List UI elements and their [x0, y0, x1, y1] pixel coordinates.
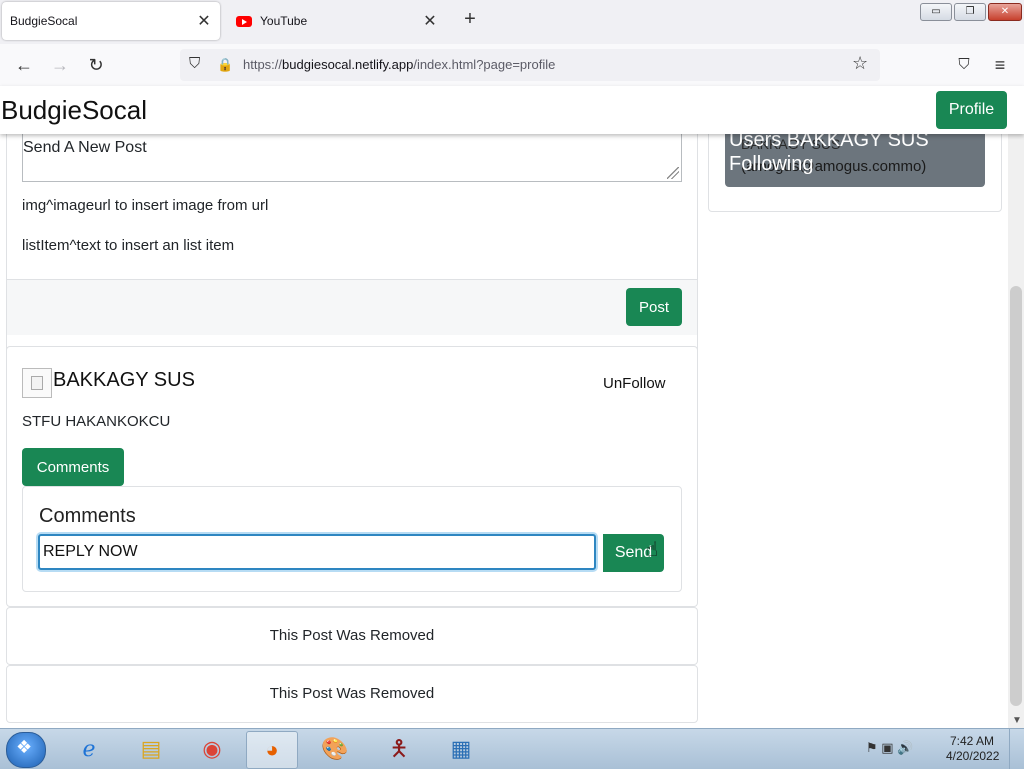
following-sidebar-card: BAKKAGY SUS (amogus@amogus.commo) Users … — [708, 134, 1002, 212]
tab-label: BudgieSocal — [10, 14, 78, 28]
new-tab-button[interactable]: + — [458, 8, 482, 36]
profile-button[interactable]: Profile — [936, 91, 1007, 129]
close-window-button[interactable]: ✕ — [988, 3, 1022, 21]
comments-title: Comments — [39, 505, 136, 527]
taskbar: ℯ ▤ ◉ ◕ 🎨 🯅 ▦ ⚑ ▣ 🔊 7:42 AM 4/20/2022 — [0, 728, 1024, 769]
menu-icon[interactable]: ≡ — [988, 53, 1012, 77]
new-post-text: Send A New Post — [23, 139, 147, 156]
url-path: /index.html?page=profile — [413, 57, 556, 72]
internet-explorer-icon[interactable]: ℯ — [64, 731, 114, 767]
comments-button[interactable]: Comments — [22, 448, 124, 486]
start-button[interactable] — [6, 732, 46, 768]
stickman-app-icon[interactable]: 🯅 — [374, 731, 424, 767]
url-host: budgiesocal.netlify.app — [282, 57, 414, 72]
resize-handle-icon[interactable] — [667, 167, 679, 179]
scroll-down-arrow-icon[interactable]: ▼ — [1012, 715, 1022, 726]
clock-time: 7:42 AM — [949, 734, 995, 748]
app-navbar: BudgieSocal Profile — [0, 86, 1024, 134]
new-post-textarea[interactable]: Send A New Post — [22, 134, 682, 182]
clock[interactable]: 7:42 AM 4/20/2022 — [946, 734, 1000, 764]
youtube-icon — [236, 15, 252, 27]
tab-label: YouTube — [260, 14, 308, 28]
volume-icon[interactable]: 🔊 — [897, 740, 913, 755]
post-text: STFU HAKANKOKCU — [22, 413, 171, 430]
url-text: https://budgiesocal.netlify.app/index.ht… — [243, 57, 555, 72]
action-center-icon[interactable]: ⚑ — [866, 740, 878, 755]
following-header-line2: Following — [729, 153, 814, 175]
removed-post-text: This Post Was Removed — [269, 627, 435, 644]
post-author[interactable]: BAKKAGY SUS — [53, 369, 195, 392]
hand-cursor-icon: ☝ — [646, 539, 659, 561]
removed-post-card: This Post Was Removed — [6, 607, 698, 665]
firefox-icon[interactable]: ◕ — [246, 731, 298, 769]
removed-post-card: This Post Was Removed — [6, 665, 698, 723]
restore-button[interactable]: ❐ — [954, 3, 986, 21]
comments-panel: Comments Send — [22, 486, 682, 592]
reload-icon[interactable]: ↻ — [84, 53, 108, 77]
paint-icon[interactable]: 🎨 — [310, 731, 360, 767]
tab-youtube[interactable]: YouTube ✕ — [228, 2, 446, 40]
browser-nav-bar: ← → ↻ ⛉ 🔒 https://budgiesocal.netlify.ap… — [0, 44, 1024, 87]
new-post-footer: Post — [7, 279, 697, 335]
chrome-icon[interactable]: ◉ — [187, 731, 237, 767]
close-tab-icon[interactable]: ✕ — [192, 11, 216, 31]
forward-arrow-icon[interactable]: → — [48, 53, 72, 77]
image-hint: img^imageurl to insert image from url — [22, 197, 269, 214]
tab-budgiesocal[interactable]: BudgieSocal ✕ — [2, 2, 220, 40]
page-scrollbar[interactable]: ▼ — [1008, 134, 1024, 728]
author-avatar — [22, 368, 52, 398]
brand-title[interactable]: BudgieSocal — [1, 95, 147, 126]
minimize-button[interactable]: ▭ — [920, 3, 952, 21]
file-explorer-icon[interactable]: ▤ — [126, 731, 176, 767]
network-icon[interactable]: ▣ — [881, 740, 893, 755]
close-tab-icon[interactable]: ✕ — [418, 11, 442, 31]
list-item-hint: listItem^text to insert an list item — [22, 237, 235, 254]
show-desktop-button[interactable] — [1009, 729, 1024, 769]
unfollow-button[interactable]: UnFollow — [591, 371, 678, 395]
following-user-box[interactable]: BAKKAGY SUS (amogus@amogus.commo) Users … — [725, 134, 985, 187]
bookmark-star-icon[interactable]: ☆ — [852, 53, 868, 74]
url-prefix: https:// — [243, 57, 283, 72]
clock-date: 4/20/2022 — [946, 749, 1000, 763]
tracking-protection-icon[interactable]: ⛉ — [189, 55, 200, 72]
removed-post-text: This Post Was Removed — [269, 685, 435, 702]
address-bar[interactable]: ⛉ 🔒 https://budgiesocal.netlify.app/inde… — [180, 49, 880, 81]
lock-icon[interactable]: 🔒 — [217, 57, 233, 73]
scrollbar-thumb[interactable] — [1010, 286, 1022, 706]
window-controls: ▭ ❐ ✕ — [920, 3, 1022, 21]
post-card: BAKKAGY SUS UnFollow STFU HAKANKOKCU Com… — [6, 346, 698, 607]
browser-tab-bar: BudgieSocal ✕ YouTube ✕ + ▭ ❐ ✕ — [0, 0, 1024, 44]
following-header-line1: Users BAKKAGY SUS — [729, 134, 929, 151]
pocket-icon[interactable]: ⛉ — [952, 53, 976, 77]
post-button[interactable]: Post — [626, 288, 682, 326]
page-content: Send A New Post img^imageurl to insert i… — [0, 134, 1008, 728]
control-panel-icon[interactable]: ▦ — [436, 731, 486, 767]
reply-input[interactable] — [38, 534, 596, 570]
system-tray: ⚑ ▣ 🔊 — [866, 740, 913, 756]
back-arrow-icon[interactable]: ← — [12, 53, 36, 77]
